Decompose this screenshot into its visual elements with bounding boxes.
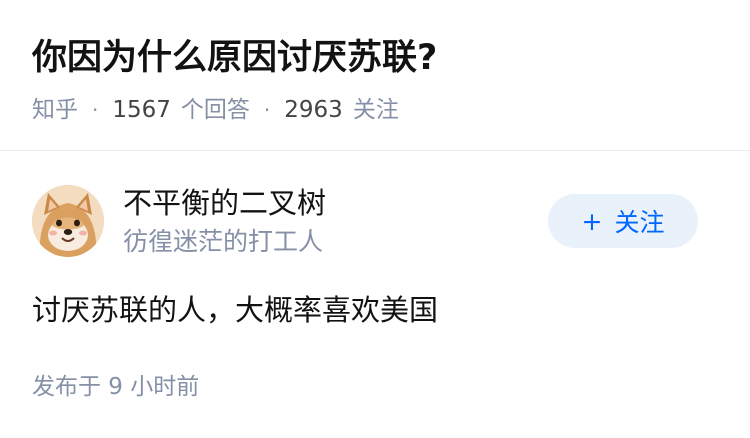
source-label[interactable]: 知乎 xyxy=(32,93,78,127)
meta-separator: · xyxy=(92,98,99,122)
follower-count: 2963 xyxy=(284,97,343,123)
meta-separator: · xyxy=(263,98,271,122)
answer-count-label: 个回答 xyxy=(180,97,250,123)
author-name[interactable]: 不平衡的二叉树 xyxy=(123,184,326,222)
answer-card: 不平衡的二叉树 彷徨迷茫的打工人 + 关注 讨厌苏联的人，大概率喜欢美国 发布于… xyxy=(0,151,750,438)
follow-button-label: 关注 xyxy=(614,208,665,237)
avatar[interactable] xyxy=(32,185,104,257)
question-meta: 知乎 · 1567 个回答 · 2963 关注 xyxy=(32,93,399,127)
answer-content[interactable]: 讨厌苏联的人，大概率喜欢美国 xyxy=(32,289,438,331)
follow-button[interactable]: + 关注 xyxy=(548,194,698,248)
published-time: 发布于 9 小时前 xyxy=(32,374,200,400)
follower-count-label: 关注 xyxy=(352,97,399,123)
plus-icon: + xyxy=(581,206,603,236)
author-bio: 彷徨迷茫的打工人 xyxy=(123,227,324,256)
question-header: 你因为什么原因讨厌苏联? 知乎 · 1567 个回答 · 2963 关注 xyxy=(0,0,750,151)
answer-count: 1567 xyxy=(112,97,171,123)
shiba-dog-avatar-icon xyxy=(32,185,104,257)
question-title[interactable]: 你因为什么原因讨厌苏联? xyxy=(32,34,437,82)
